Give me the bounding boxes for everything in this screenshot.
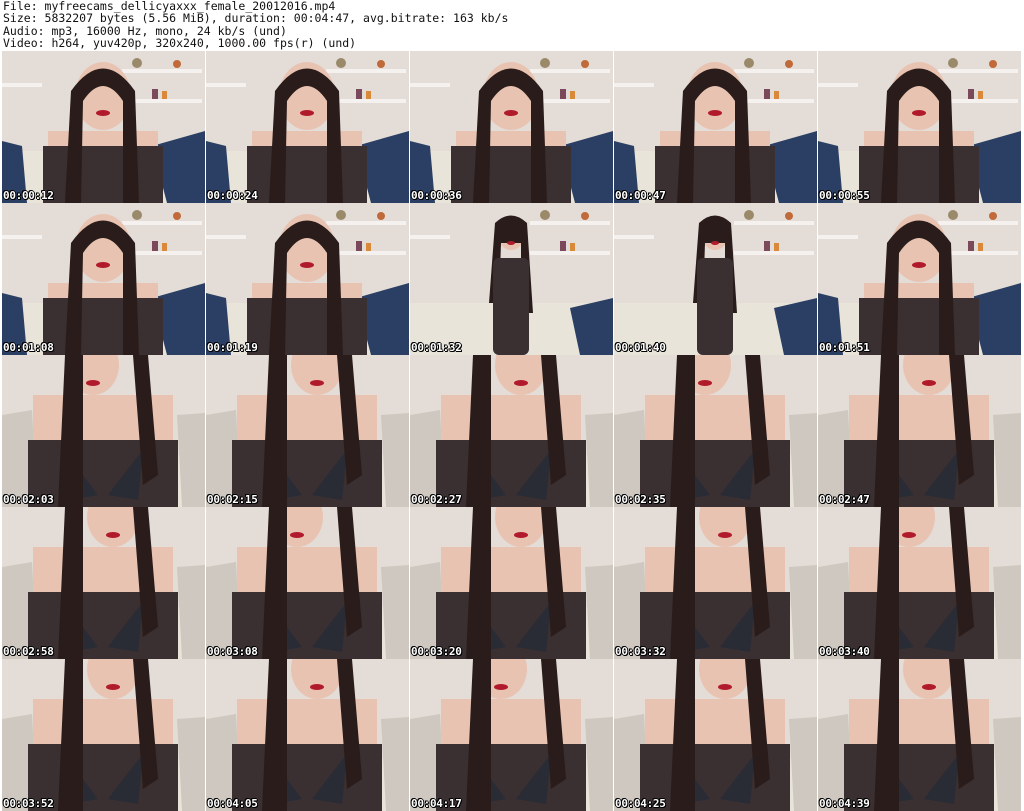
thumbnail-frame: 00:02:47 xyxy=(818,355,1021,507)
video-frame-image xyxy=(614,51,817,203)
timestamp-label: 00:02:03 xyxy=(3,493,54,506)
thumbnail-frame: 00:03:08 xyxy=(206,507,409,659)
thumbnail-frame: 00:01:40 xyxy=(614,203,817,355)
thumbnail-frame: 00:01:51 xyxy=(818,203,1021,355)
video-info-line: Video: h264, yuv420p, 320x240, 1000.00 f… xyxy=(3,35,357,50)
thumbnail-frame: 00:04:25 xyxy=(614,659,817,811)
timestamp-label: 00:02:58 xyxy=(3,645,54,658)
thumbnail-frame: 00:02:03 xyxy=(2,355,205,507)
timestamp-label: 00:03:08 xyxy=(207,645,258,658)
thumbnail-frame: 00:01:08 xyxy=(2,203,205,355)
timestamp-label: 00:00:47 xyxy=(615,189,666,202)
thumbnail-frame: 00:02:35 xyxy=(614,355,817,507)
thumbnail-frame: 00:00:36 xyxy=(410,51,613,203)
thumbnail-frame: 00:04:17 xyxy=(410,659,613,811)
video-frame-image xyxy=(2,203,205,355)
thumbnail-frame: 00:00:24 xyxy=(206,51,409,203)
file-info-header: File: myfreecams_dellicyaxxx_female_2001… xyxy=(3,0,1021,50)
thumbnail-frame: 00:02:27 xyxy=(410,355,613,507)
timestamp-label: 00:00:24 xyxy=(207,189,258,202)
timestamp-label: 00:04:25 xyxy=(615,797,666,810)
timestamp-label: 00:04:05 xyxy=(207,797,258,810)
thumbnail-frame: 00:03:32 xyxy=(614,507,817,659)
timestamp-label: 00:00:36 xyxy=(411,189,462,202)
timestamp-label: 00:02:15 xyxy=(207,493,258,506)
timestamp-label: 00:02:35 xyxy=(615,493,666,506)
thumbnail-grid: 00:00:12 00:00:24 00:00:36 00:00:47 00:00:55… xyxy=(2,51,1021,811)
video-frame-image xyxy=(206,659,409,811)
video-frame-image xyxy=(2,51,205,203)
timestamp-label: 00:01:19 xyxy=(207,341,258,354)
file-size-line: Size: 5832207 bytes (5.56 MiB), duration… xyxy=(3,11,509,26)
timestamp-label: 00:03:20 xyxy=(411,645,462,658)
video-frame-image xyxy=(206,355,409,507)
timestamp-label: 00:03:32 xyxy=(615,645,666,658)
timestamp-label: 00:04:17 xyxy=(411,797,462,810)
video-frame-image xyxy=(410,507,613,659)
video-frame-image xyxy=(614,659,817,811)
video-frame-image xyxy=(614,203,817,355)
timestamp-label: 00:01:32 xyxy=(411,341,462,354)
video-frame-image xyxy=(410,659,613,811)
timestamp-label: 00:00:12 xyxy=(3,189,54,202)
thumbnail-frame: 00:02:15 xyxy=(206,355,409,507)
video-frame-image xyxy=(206,51,409,203)
video-frame-image xyxy=(206,507,409,659)
video-frame-image xyxy=(410,51,613,203)
video-frame-image xyxy=(410,203,613,355)
video-frame-image xyxy=(2,355,205,507)
timestamp-label: 00:03:40 xyxy=(819,645,870,658)
video-frame-image xyxy=(614,507,817,659)
video-frame-image xyxy=(2,659,205,811)
video-frame-image xyxy=(2,507,205,659)
video-frame-image xyxy=(818,355,1021,507)
video-frame-image xyxy=(206,203,409,355)
thumbnail-frame: 00:04:05 xyxy=(206,659,409,811)
thumbnail-frame: 00:03:40 xyxy=(818,507,1021,659)
video-frame-image xyxy=(614,355,817,507)
thumbnail-frame: 00:02:58 xyxy=(2,507,205,659)
video-frame-image xyxy=(818,203,1021,355)
thumbnail-frame: 00:01:19 xyxy=(206,203,409,355)
video-frame-image xyxy=(818,507,1021,659)
timestamp-label: 00:01:08 xyxy=(3,341,54,354)
video-frame-image xyxy=(818,659,1021,811)
thumbnail-frame: 00:00:47 xyxy=(614,51,817,203)
video-frame-image xyxy=(818,51,1021,203)
timestamp-label: 00:04:39 xyxy=(819,797,870,810)
timestamp-label: 00:03:52 xyxy=(3,797,54,810)
thumbnail-frame: 00:00:55 xyxy=(818,51,1021,203)
thumbnail-frame: 00:00:12 xyxy=(2,51,205,203)
timestamp-label: 00:00:55 xyxy=(819,189,870,202)
thumbnail-frame: 00:04:39 xyxy=(818,659,1021,811)
thumbnail-frame: 00:01:32 xyxy=(410,203,613,355)
video-frame-image xyxy=(410,355,613,507)
thumbnail-frame: 00:03:20 xyxy=(410,507,613,659)
thumbnail-frame: 00:03:52 xyxy=(2,659,205,811)
timestamp-label: 00:01:40 xyxy=(615,341,666,354)
timestamp-label: 00:02:47 xyxy=(819,493,870,506)
timestamp-label: 00:02:27 xyxy=(411,493,462,506)
timestamp-label: 00:01:51 xyxy=(819,341,870,354)
